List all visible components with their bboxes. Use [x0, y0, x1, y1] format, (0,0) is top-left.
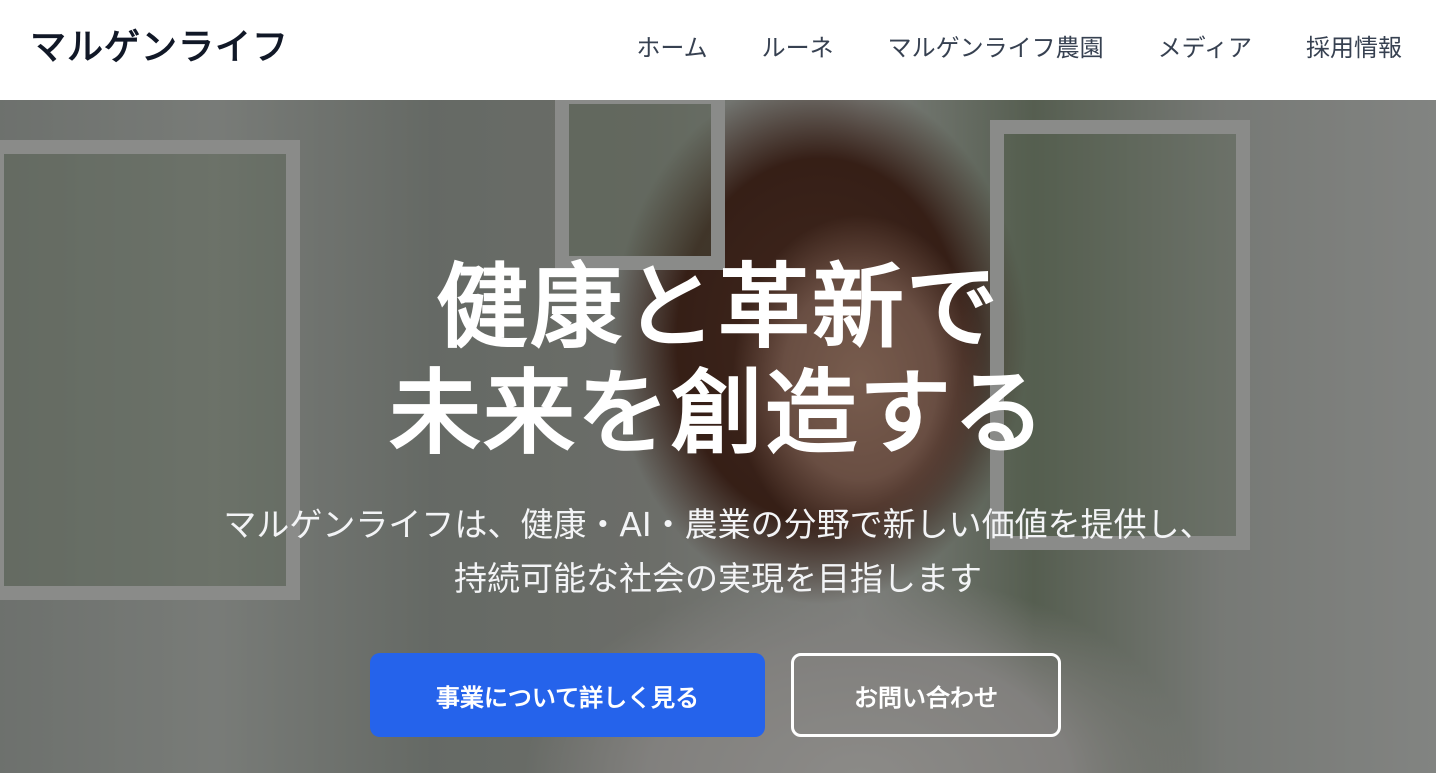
hero-section: 健康と革新で 未来を創造する マルゲンライフは、健康・AI・農業の分野で新しい価…	[0, 100, 1436, 773]
nav-item-home[interactable]: ホーム	[636, 28, 707, 68]
nav-item-recruit[interactable]: 採用情報	[1306, 28, 1402, 68]
business-details-button[interactable]: 事業について詳しく見る	[370, 653, 765, 737]
hero-title: 健康と革新で 未来を創造する	[0, 255, 1436, 467]
site-header: マルゲンライフ ホーム ルーネ マルゲンライフ農園 メディア 採用情報	[0, 0, 1436, 100]
hero-subtitle-line: 持続可能な社会の実現を目指します	[454, 559, 982, 598]
nav-item-media[interactable]: メディア	[1158, 28, 1252, 68]
hero-title-line: 未来を創造する	[388, 360, 1047, 467]
hero-subtitle-line: マルゲンライフは、健康・AI・農業の分野で新しい価値を提供し、	[223, 505, 1213, 544]
main-nav: ホーム ルーネ マルゲンライフ農園 メディア 採用情報	[636, 28, 1402, 68]
nav-item-rune[interactable]: ルーネ	[762, 28, 834, 68]
contact-button[interactable]: お問い合わせ	[791, 653, 1061, 737]
hero-subtitle: マルゲンライフは、健康・AI・農業の分野で新しい価値を提供し、 持続可能な社会の…	[0, 498, 1436, 606]
nav-item-farm[interactable]: マルゲンライフ農園	[888, 28, 1104, 68]
site-logo[interactable]: マルゲンライフ	[30, 22, 289, 72]
hero-title-line: 健康と革新で	[435, 254, 1000, 361]
